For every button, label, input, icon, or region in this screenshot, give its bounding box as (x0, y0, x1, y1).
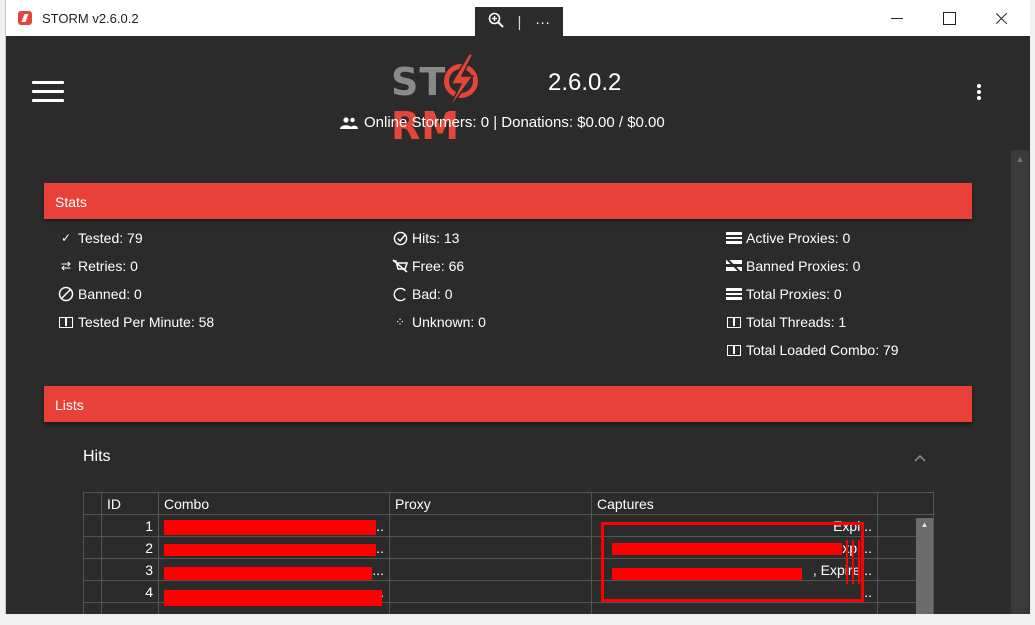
stat-bad: Bad: 0 (392, 286, 452, 302)
more-options-button[interactable]: ··· (535, 14, 550, 31)
stat-banned: Banned: 0 (58, 286, 142, 302)
row-id: 4 (101, 580, 159, 603)
stat-total-proxies: Total Proxies: 0 (726, 286, 842, 302)
chevron-up-icon[interactable] (913, 451, 927, 465)
redaction-box (601, 522, 864, 602)
kebab-menu-icon[interactable] (976, 84, 982, 102)
column-header (83, 492, 102, 515)
lists-title: Lists (55, 397, 84, 413)
lightning-bolt-icon (446, 54, 475, 112)
row-proxy (389, 558, 592, 581)
counter-icon (726, 315, 742, 329)
stat-banned-proxies: Banned Proxies: 0 (726, 258, 860, 274)
row-id: 3 (101, 558, 159, 581)
minimize-button[interactable] (874, 8, 920, 30)
server-off-icon (726, 259, 742, 273)
stat-free: Free: 66 (392, 258, 464, 274)
stat-unknown: ⁘ Unknown: 0 (392, 314, 486, 330)
online-status: Online Stormers: 0 | Donations: $0.00 / … (340, 114, 665, 131)
stats-header: Stats (44, 183, 972, 219)
zoom-toolbar: | ··· (475, 7, 563, 37)
menu-icon[interactable] (32, 81, 64, 103)
row-id: 1 (101, 514, 159, 537)
window-title: STORM v2.6.0.2 (42, 11, 139, 26)
scroll-up-icon[interactable]: ▲ (916, 518, 933, 532)
banned-icon (58, 286, 74, 302)
row-id: 2 (101, 536, 159, 559)
close-button[interactable] (978, 8, 1024, 30)
column-header-combo[interactable]: Combo (158, 492, 390, 515)
stat-tested: ✓ Tested: 79 (58, 230, 143, 246)
row-proxy (389, 514, 592, 537)
table-scrollbar[interactable]: ▲ (916, 518, 933, 614)
toolbar-separator: | (517, 13, 522, 31)
column-header-proxy[interactable]: Proxy (389, 492, 592, 515)
unknown-icon: ⁘ (394, 315, 406, 329)
storm-logo: STRM (391, 54, 541, 148)
bad-icon (392, 287, 408, 301)
stat-active-proxies: Active Proxies: 0 (726, 230, 850, 246)
zoom-in-icon[interactable] (488, 12, 504, 32)
version-label: 2.6.0.2 (548, 69, 622, 96)
counter-icon (58, 315, 74, 329)
column-header-id[interactable]: ID (101, 492, 159, 515)
table-header-row: ID Combo Proxy Captures (83, 492, 934, 515)
stat-tested-per-minute: Tested Per Minute: 58 (58, 314, 214, 330)
redaction-mark (164, 544, 376, 556)
redaction-mark (846, 540, 860, 584)
stat-retries: ⇄ Retries: 0 (58, 258, 138, 274)
redaction-mark (164, 567, 372, 580)
online-text: Online Stormers: 0 | Donations: $0.00 / … (364, 114, 665, 131)
redaction-mark (164, 520, 376, 535)
server-icon (726, 231, 742, 245)
users-icon (340, 116, 358, 129)
row-proxy (389, 580, 592, 603)
stat-total-loaded-combo: Total Loaded Combo: 79 (726, 342, 899, 358)
check-icon: ✓ (60, 231, 72, 245)
app-window: STORM v2.6.0.2 | ··· STRM 2.6.0.2 Online… (5, 0, 1030, 614)
free-icon (392, 259, 408, 273)
counter-icon (726, 343, 742, 357)
hits-icon (392, 231, 408, 245)
stat-total-threads: Total Threads: 1 (726, 314, 846, 330)
hits-panel-title[interactable]: Hits (83, 448, 111, 466)
maximize-button[interactable] (926, 8, 972, 30)
lists-header: Lists (44, 386, 972, 422)
redaction-mark (164, 590, 382, 606)
stats-title: Stats (55, 194, 87, 210)
column-header (877, 492, 934, 515)
title-bar: STORM v2.6.0.2 | ··· (6, 0, 1030, 37)
server-icon (726, 287, 742, 301)
main-scrollbar[interactable] (1011, 150, 1029, 614)
scroll-up-icon[interactable]: ▲ (1011, 150, 1029, 168)
column-header-captures[interactable]: Captures (591, 492, 878, 515)
stat-hits: Hits: 13 (392, 230, 459, 246)
row-proxy (389, 536, 592, 559)
storm-app-icon (18, 11, 32, 25)
retry-icon: ⇄ (60, 259, 72, 273)
